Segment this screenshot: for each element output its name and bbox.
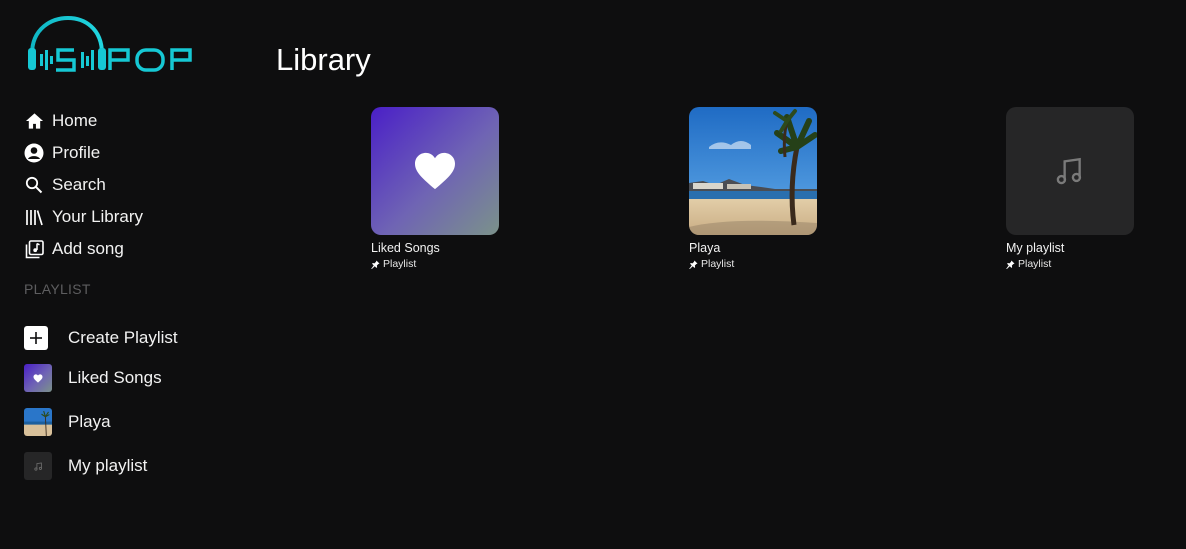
pin-icon [1006, 259, 1015, 269]
beach-image [24, 408, 52, 436]
heart-icon [24, 364, 52, 392]
headphones-logo-icon [28, 15, 192, 72]
card-title: My playlist [1006, 241, 1065, 255]
search-icon [24, 175, 44, 195]
card-title: Playa [689, 241, 721, 255]
plus-icon [24, 326, 48, 350]
card-subtitle-label: Playlist [1018, 258, 1052, 270]
card-subtitle-label: Playlist [383, 258, 417, 270]
card-subtitle: Playlist [371, 258, 531, 270]
create-playlist-label: Create Playlist [68, 328, 178, 347]
library-card-playa[interactable]: Playa Playlist [689, 107, 849, 270]
music-note-icon [1006, 107, 1134, 235]
nav-item-add-song[interactable]: Add song [24, 233, 143, 265]
sidebar-playlist-label: Liked Songs [68, 368, 162, 387]
page-title: Library [276, 42, 371, 77]
playlist-section-label: PLAYLIST [24, 281, 91, 297]
nav-item-your-library[interactable]: Your Library [24, 201, 143, 233]
app-logo[interactable] [24, 14, 214, 78]
sidebar-playlist-playa[interactable]: Playa [24, 408, 111, 436]
library-card-liked-songs[interactable]: Liked Songs Playlist [371, 107, 531, 270]
sidebar: Home Profile Search Your Library Add son… [0, 0, 250, 549]
nav-item-home[interactable]: Home [24, 105, 143, 137]
beach-image [689, 107, 817, 235]
library-card-my-playlist[interactable]: My playlist Playlist [1006, 107, 1166, 270]
sidebar-playlist-label: My playlist [68, 456, 148, 475]
nav-item-label: Add song [52, 239, 124, 258]
sidebar-playlist-liked-songs[interactable]: Liked Songs [24, 364, 162, 392]
nav-item-label: Profile [52, 143, 101, 162]
pin-icon [371, 259, 380, 269]
nav-item-search[interactable]: Search [24, 169, 143, 201]
sidebar-playlist-my-playlist[interactable]: My playlist [24, 452, 147, 480]
pin-icon [689, 259, 698, 269]
main-nav: Home Profile Search Your Library Add son… [24, 105, 143, 265]
card-subtitle-label: Playlist [701, 258, 735, 270]
card-title: Liked Songs [371, 241, 440, 255]
home-icon [24, 111, 44, 131]
nav-item-label: Your Library [52, 207, 144, 226]
nav-item-profile[interactable]: Profile [24, 137, 143, 169]
add-song-icon [24, 239, 44, 259]
nav-item-label: Search [52, 175, 106, 194]
card-subtitle: Playlist [689, 258, 849, 270]
profile-icon [24, 143, 44, 163]
heart-icon [371, 107, 499, 235]
sidebar-playlist-label: Playa [68, 412, 111, 431]
nav-item-label: Home [52, 111, 98, 130]
create-playlist-button[interactable]: Create Playlist [24, 326, 178, 350]
library-icon [24, 207, 44, 227]
card-subtitle: Playlist [1006, 258, 1166, 270]
music-note-icon [24, 452, 52, 480]
